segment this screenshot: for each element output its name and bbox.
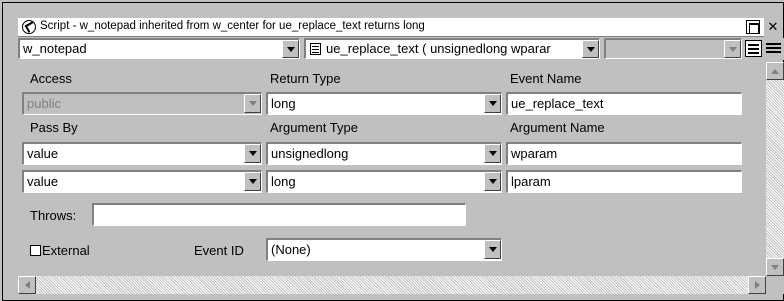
argument-type-dropdown-button-2[interactable] [484, 172, 501, 191]
object-select[interactable]: w_notepad [18, 38, 300, 59]
argument-type-label: Argument Type [270, 120, 358, 135]
return-type-select[interactable]: long [266, 92, 502, 115]
event-dropdown-button[interactable] [582, 40, 599, 58]
return-type-label: Return Type [270, 71, 341, 86]
object-select-value: w_notepad [23, 41, 87, 56]
script-list-icon[interactable] [745, 40, 762, 57]
event-id-value: (None) [271, 242, 311, 257]
script-icon [22, 20, 36, 34]
pass-by-value-1: value [27, 146, 59, 161]
external-checkbox[interactable] [30, 245, 41, 256]
event-icon [310, 43, 321, 55]
close-button[interactable]: ✕ [766, 20, 780, 34]
scroll-up-button[interactable] [766, 62, 784, 80]
scrollbar-corner [766, 276, 784, 294]
ancestor-select[interactable] [604, 38, 742, 59]
event-select-value: ue_replace_text ( unsignedlong wparar [326, 41, 551, 56]
event-id-label: Event ID [194, 243, 244, 258]
access-value: public [27, 96, 61, 111]
event-select[interactable]: ue_replace_text ( unsignedlong wparar [304, 38, 600, 59]
event-declaration-panel: Access Return Type Event Name public lon… [18, 62, 766, 276]
ancestor-dropdown-button[interactable] [724, 40, 741, 58]
scroll-right-button[interactable] [748, 276, 766, 294]
vertical-scrollbar[interactable] [766, 62, 784, 276]
argument-name-label: Argument Name [510, 120, 605, 135]
return-type-value: long [271, 96, 296, 111]
event-id-select[interactable]: (None) [266, 238, 502, 261]
app-frame: Script - w_notepad inherited from w_cent… [0, 0, 784, 301]
argument-type-select-2[interactable]: long [266, 170, 502, 193]
event-name-label: Event Name [510, 71, 582, 86]
throws-label: Throws: [30, 208, 77, 223]
event-name-value: ue_replace_text [511, 96, 604, 111]
pass-by-dropdown-button-2[interactable] [244, 172, 261, 191]
window-title: Script - w_notepad inherited from w_cent… [40, 20, 425, 32]
argument-name-input-1[interactable]: wparam [506, 142, 742, 165]
external-label: External [42, 243, 90, 258]
event-id-dropdown-button[interactable] [484, 240, 501, 259]
pass-by-select-1[interactable]: value [22, 142, 262, 165]
argument-type-select-1[interactable]: unsignedlong [266, 142, 502, 165]
scroll-down-button[interactable] [766, 258, 784, 276]
pass-by-select-2[interactable]: value [22, 170, 262, 193]
pass-by-value-2: value [27, 174, 59, 189]
horizontal-scrollbar[interactable] [18, 276, 766, 294]
argument-name-input-2[interactable]: lparam [506, 170, 742, 193]
pass-by-label: Pass By [30, 120, 78, 135]
argument-type-value-1: unsignedlong [271, 146, 349, 161]
argument-type-dropdown-button-1[interactable] [484, 144, 501, 163]
scroll-left-button[interactable] [18, 276, 36, 294]
script-toolbar: w_notepad ue_replace_text ( unsignedlong… [18, 38, 784, 60]
argument-name-value-2: lparam [511, 174, 551, 189]
object-dropdown-button[interactable] [282, 40, 299, 58]
access-label: Access [30, 71, 72, 86]
argument-name-value-1: wparam [511, 146, 558, 161]
access-dropdown-button[interactable] [244, 94, 261, 113]
pass-by-dropdown-button-1[interactable] [244, 144, 261, 163]
event-name-input[interactable]: ue_replace_text [506, 92, 742, 115]
return-type-dropdown-button[interactable] [484, 94, 501, 113]
access-select[interactable]: public [22, 92, 262, 115]
script-titlebar[interactable]: Script - w_notepad inherited from w_cent… [18, 18, 778, 37]
maximize-button[interactable] [746, 20, 760, 34]
argument-type-value-2: long [271, 174, 296, 189]
menu-lines-icon[interactable] [765, 40, 782, 57]
throws-input[interactable] [92, 203, 466, 226]
